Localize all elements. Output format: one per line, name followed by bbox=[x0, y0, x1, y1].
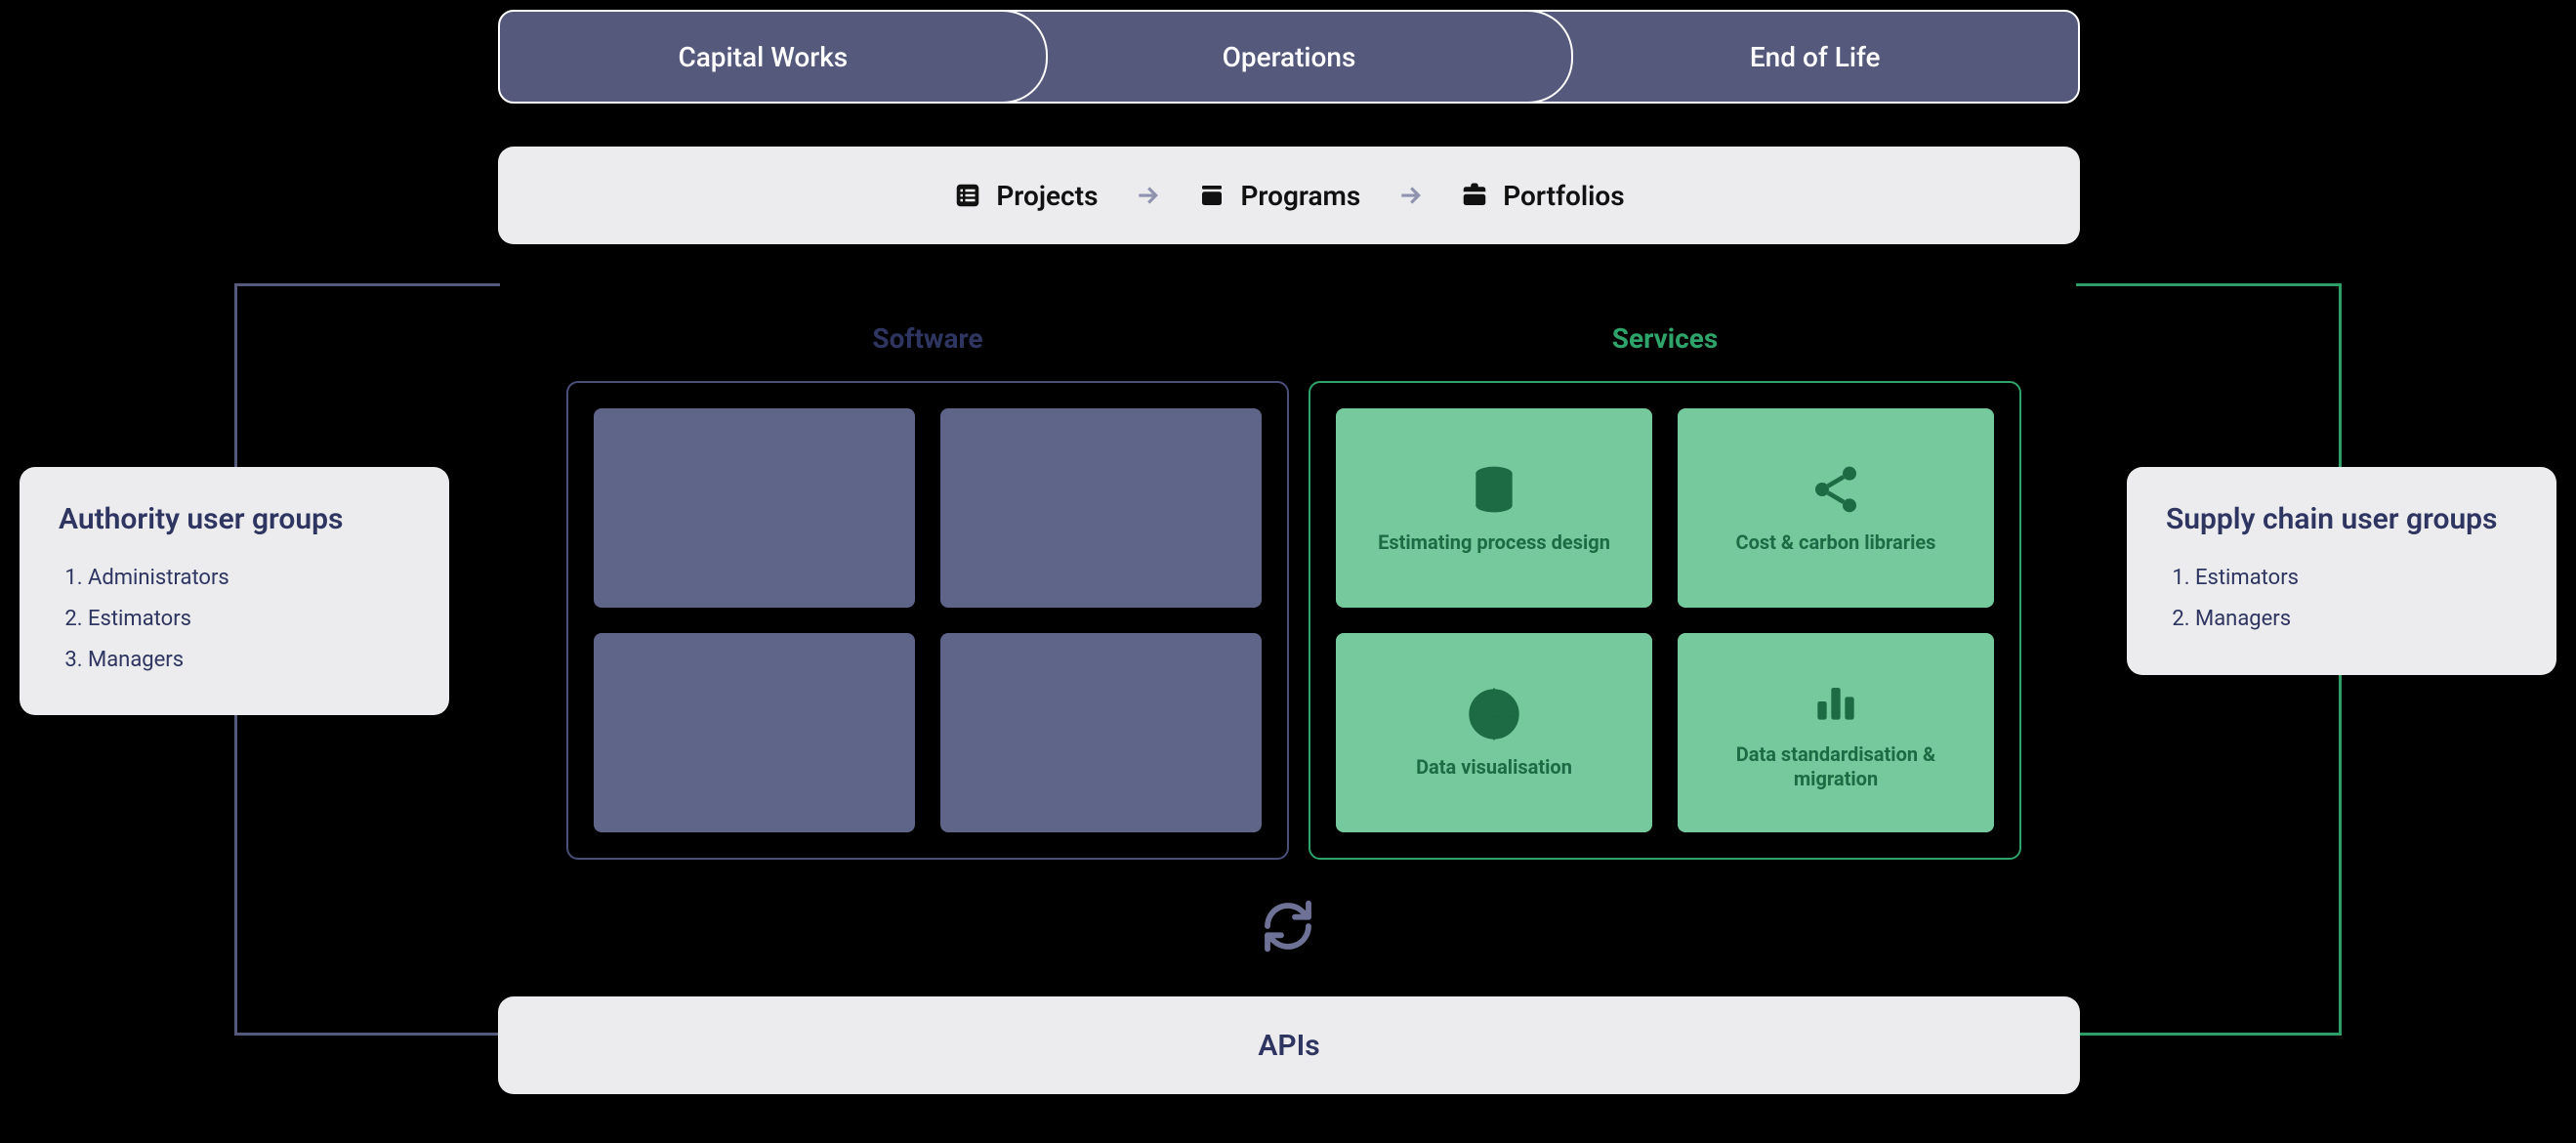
panel-list: Estimators Managers bbox=[2166, 558, 2517, 640]
list-item: Managers bbox=[88, 640, 410, 681]
list-item: Estimators bbox=[2195, 558, 2517, 599]
briefcase-icon bbox=[1460, 181, 1489, 210]
phase-label: Capital Works bbox=[678, 41, 848, 73]
bar-chart-icon bbox=[1808, 674, 1863, 729]
phase-label: Operations bbox=[1223, 41, 1356, 73]
phase-capital-works: Capital Works bbox=[500, 12, 1026, 102]
globe-icon bbox=[1467, 687, 1521, 741]
panel-title: Authority user groups bbox=[59, 502, 410, 536]
list-icon bbox=[953, 181, 982, 210]
software-card bbox=[594, 408, 915, 608]
apis-bar: APIs bbox=[498, 996, 2080, 1094]
card-label: Data visualisation bbox=[1416, 755, 1572, 780]
breadcrumb-bar: Projects Programs Portfolios bbox=[498, 147, 2080, 244]
arrow-right-icon bbox=[1133, 181, 1162, 210]
supply-chain-user-groups-panel: Supply chain user groups Estimators Mana… bbox=[2127, 467, 2556, 675]
crumb-projects: Projects bbox=[953, 180, 1098, 212]
service-card-standardisation: Data standardisation & migration bbox=[1678, 633, 1994, 832]
software-title: Software bbox=[566, 322, 1289, 355]
list-item: Administrators bbox=[88, 558, 410, 599]
software-card bbox=[940, 408, 1262, 608]
card-label: Data standardisation & migration bbox=[1695, 742, 1976, 791]
share-icon bbox=[1808, 462, 1863, 517]
service-card-libraries: Cost & carbon libraries bbox=[1678, 408, 1994, 608]
crumb-programs: Programs bbox=[1197, 180, 1360, 212]
database-icon bbox=[1467, 462, 1521, 517]
crumb-label: Portfolios bbox=[1503, 180, 1624, 212]
services-title: Services bbox=[1309, 322, 2021, 355]
phase-operations: Operations bbox=[1026, 12, 1553, 102]
panel-title: Supply chain user groups bbox=[2166, 502, 2517, 536]
sync-icon bbox=[1261, 899, 1315, 957]
software-card bbox=[594, 633, 915, 832]
list-item: Managers bbox=[2195, 599, 2517, 640]
phase-label: End of Life bbox=[1750, 41, 1881, 73]
service-card-estimating: Estimating process design bbox=[1336, 408, 1652, 608]
arrow-right-icon bbox=[1395, 181, 1425, 210]
phase-end-of-life: End of Life bbox=[1552, 12, 2078, 102]
card-label: Cost & carbon libraries bbox=[1736, 530, 1936, 555]
service-card-visualisation: Data visualisation bbox=[1336, 633, 1652, 832]
crumb-portfolios: Portfolios bbox=[1460, 180, 1624, 212]
list-item: Estimators bbox=[88, 599, 410, 640]
stack-icon bbox=[1197, 181, 1226, 210]
apis-label: APIs bbox=[1258, 1029, 1319, 1063]
services-box: Estimating process design Cost & carbon … bbox=[1309, 381, 2021, 860]
panel-list: Administrators Estimators Managers bbox=[59, 558, 410, 680]
crumb-label: Programs bbox=[1240, 180, 1360, 212]
diagram-root: Capital Works Operations End of Life Pro… bbox=[0, 0, 2576, 1143]
authority-user-groups-panel: Authority user groups Administrators Est… bbox=[20, 467, 449, 715]
crumb-label: Projects bbox=[996, 180, 1098, 212]
software-box bbox=[566, 381, 1289, 860]
card-label: Estimating process design bbox=[1378, 530, 1610, 555]
software-card bbox=[940, 633, 1262, 832]
phases-bar: Capital Works Operations End of Life bbox=[498, 10, 2080, 104]
